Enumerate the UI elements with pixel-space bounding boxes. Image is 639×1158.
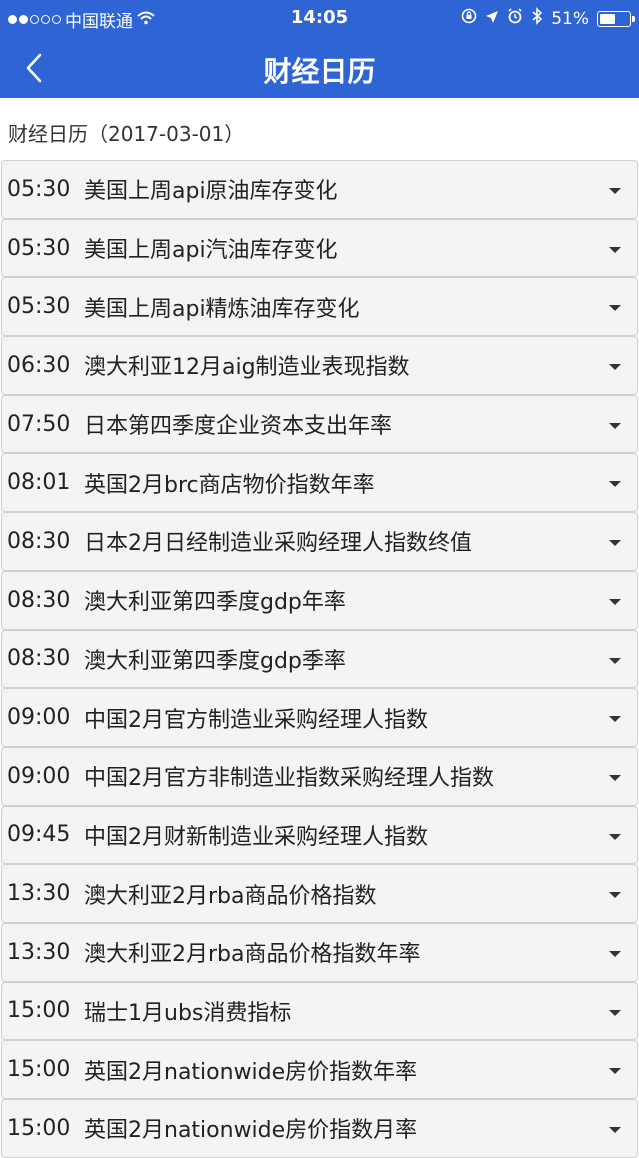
status-right: 51% [461,7,635,30]
caret-down-icon[interactable] [609,481,621,488]
event-time: 08:30 [7,646,71,672]
event-time: 15:00 [7,1057,71,1083]
caret-down-icon[interactable] [609,1068,621,1075]
event-label: 美国上周api原油库存变化 [84,179,338,205]
caret-down-icon[interactable] [609,246,621,253]
event-row[interactable]: 07:50 日本第四季度企业资本支出年率 [1,394,638,454]
battery-percent: 51% [551,8,589,29]
event-time: 09:00 [7,763,71,789]
event-label: 日本2月日经制造业采购经理人指数终值 [84,531,472,557]
event-row[interactable]: 08:01 英国2月brc商店物价指数年率 [1,453,638,513]
event-label: 澳大利亚2月rba商品价格指数年率 [84,942,421,968]
page-title: 财经日历 [263,55,376,88]
event-row[interactable]: 13:30 澳大利亚2月rba商品价格指数 [1,864,638,923]
caret-down-icon[interactable] [609,1009,621,1016]
event-row[interactable]: 15:00 英国2月nationwide房价指数月率 [1,1099,638,1158]
event-list: 05:30 美国上周api原油库存变化 05:30 美国上周api汽油库存变化 05:3… [0,160,639,1158]
event-row[interactable]: 05:30 美国上周api汽油库存变化 [1,218,638,278]
caret-down-icon[interactable] [609,716,621,723]
top-bar: 中国联通 14:05 51% 财经日历 [0,0,639,98]
event-label: 日本第四季度企业资本支出年率 [84,414,393,440]
event-time: 06:30 [7,352,71,378]
event-row[interactable]: 13:30 澳大利亚2月rba商品价格指数年率 [1,922,638,982]
caret-down-icon[interactable] [609,833,621,840]
event-row[interactable]: 09:00 中国2月官方制造业采购经理人指数 [1,688,638,747]
event-row[interactable]: 09:45 中国2月财新制造业采购经理人指数 [1,805,638,865]
event-row[interactable]: 15:00 瑞士1月ubs消费指标 [1,981,638,1041]
event-time: 09:00 [7,705,71,731]
event-time: 05:30 [7,235,71,261]
location-icon [485,9,499,29]
event-label: 英国2月nationwide房价指数年率 [84,1059,418,1085]
status-bar: 中国联通 14:05 51% [0,0,639,36]
caret-down-icon[interactable] [609,305,621,312]
event-label: 英国2月brc商店物价指数年率 [84,472,375,498]
caret-down-icon[interactable] [609,540,621,547]
event-time: 15:00 [7,998,71,1024]
bluetooth-icon [531,7,543,30]
rotation-lock-icon [461,8,477,29]
event-time: 08:30 [7,587,71,613]
event-label: 中国2月官方非制造业指数采购经理人指数 [84,766,494,792]
event-label: 美国上周api精炼油库存变化 [84,296,360,322]
event-label: 中国2月官方制造业采购经理人指数 [84,707,428,733]
event-row[interactable]: 09:00 中国2月官方非制造业指数采购经理人指数 [1,746,638,806]
caret-down-icon[interactable] [609,422,621,429]
event-time: 09:45 [7,822,71,848]
date-heading: 财经日历（2017-03-01） [8,122,245,146]
caret-down-icon[interactable] [609,892,621,899]
event-label: 澳大利亚第四季度gdp年率 [84,590,346,616]
event-row[interactable]: 08:30 澳大利亚第四季度gdp季率 [1,629,638,689]
event-time: 05:30 [7,176,71,202]
event-time: 05:30 [7,294,71,320]
event-label: 澳大利亚12月aig制造业表现指数 [84,355,410,381]
event-label: 瑞士1月ubs消费指标 [84,1000,292,1026]
event-time: 13:30 [7,939,71,965]
caret-down-icon[interactable] [609,188,621,194]
caret-down-icon[interactable] [609,1127,621,1133]
event-label: 澳大利亚第四季度gdp季率 [84,648,346,674]
event-time: 08:01 [7,470,71,496]
battery-icon [597,10,635,27]
event-row[interactable]: 05:30 美国上周api精炼油库存变化 [1,277,638,337]
caret-down-icon[interactable] [609,950,621,957]
event-time: 08:30 [7,528,71,554]
event-time: 07:50 [7,411,71,437]
event-label: 英国2月nationwide房价指数月率 [84,1118,418,1144]
event-row[interactable]: 15:00 英国2月nationwide房价指数年率 [1,1040,638,1099]
caret-down-icon[interactable] [609,364,621,371]
event-label: 中国2月财新制造业采购经理人指数 [84,824,428,850]
event-time: 13:30 [7,881,71,907]
caret-down-icon[interactable] [609,657,621,664]
event-label: 澳大利亚2月rba商品价格指数 [84,883,377,909]
caret-down-icon[interactable] [609,774,621,781]
event-label: 美国上周api汽油库存变化 [84,238,338,264]
event-row[interactable]: 06:30 澳大利亚12月aig制造业表现指数 [1,336,638,395]
event-time: 15:00 [7,1115,71,1141]
caret-down-icon[interactable] [609,598,621,605]
event-row[interactable]: 08:30 澳大利亚第四季度gdp年率 [1,570,638,630]
alarm-icon [507,8,523,29]
nav-bar: 财经日历 [0,36,639,98]
event-row[interactable]: 05:30 美国上周api原油库存变化 [1,160,638,219]
event-row[interactable]: 08:30 日本2月日经制造业采购经理人指数终值 [1,512,638,571]
